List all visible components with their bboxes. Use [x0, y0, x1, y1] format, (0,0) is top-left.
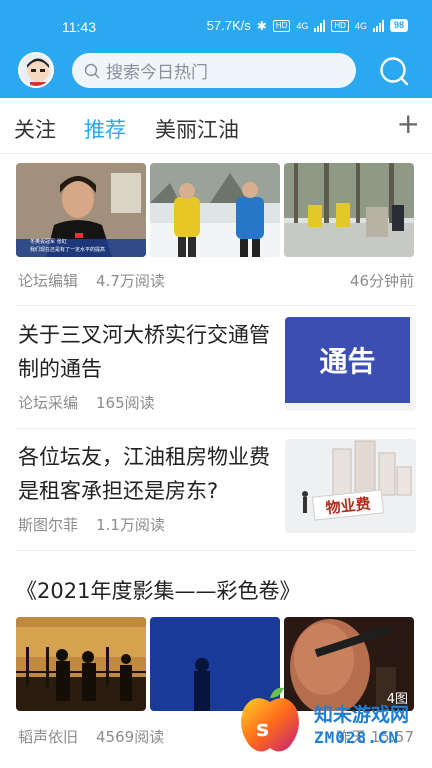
- tab-recommend[interactable]: 推荐: [84, 114, 126, 144]
- user-avatar[interactable]: [18, 52, 54, 88]
- status-right: 57.7K/s ✱ HD 4G HD 4G 98: [207, 18, 408, 33]
- notice-text: 通告: [319, 345, 376, 378]
- post-meta: 韬声依旧 4569阅读: [18, 726, 164, 747]
- watermark-line1: 知未游戏网: [314, 704, 410, 726]
- post-title[interactable]: 《2021年度影集——彩色卷》: [16, 575, 300, 605]
- image-thumbnail[interactable]: [16, 617, 146, 711]
- image-thumbnail[interactable]: [284, 163, 414, 257]
- buildings-image: [285, 439, 416, 533]
- image-row: 冬奥会冠军 张虹 我们现在还是有了一定水平的提高: [16, 163, 414, 257]
- post-meta: 斯图尔菲 1.1万阅读: [18, 514, 165, 535]
- video-thumbnail[interactable]: 冬奥会冠军 张虹 我们现在还是有了一定水平的提高: [16, 163, 146, 257]
- post-meta: 论坛编辑 4.7万阅读: [18, 270, 165, 291]
- apple-logo-icon: s: [241, 687, 299, 752]
- search-icon: [84, 63, 100, 79]
- silhouette-photo: [16, 617, 146, 711]
- divider: [16, 550, 416, 551]
- add-channel-button[interactable]: +: [397, 110, 420, 138]
- signal-icon-1: [314, 19, 326, 32]
- watermark-line2: ZM028.CN: [314, 728, 400, 747]
- post-title[interactable]: 关于三叉河大桥实行交通管制的通告: [18, 318, 274, 386]
- post-reads: 165阅读: [96, 394, 155, 412]
- post-reads: 4569阅读: [96, 728, 165, 746]
- top-header: 11:43 57.7K/s ✱ HD 4G HD 4G 98 搜索今日热门: [0, 0, 432, 98]
- signal-icon-2: [372, 19, 384, 32]
- post-reads: 1.1万阅读: [96, 516, 165, 534]
- post-time: 46分钟前: [349, 272, 414, 290]
- network-type-2: 4G: [354, 20, 367, 31]
- tab-follow[interactable]: 关注: [14, 114, 56, 144]
- post-reads: 4.7万阅读: [96, 272, 165, 290]
- avatar-cartoon-icon: [20, 54, 52, 86]
- post-author: 韬声依旧: [18, 728, 79, 746]
- video-caption-bottom: 我们现在还是有了一定水平的提高: [30, 247, 106, 253]
- channel-tabs: 关注 推荐 美丽江油 +: [0, 98, 432, 154]
- status-time: 11:43: [62, 19, 96, 35]
- search-placeholder: 搜索今日热门: [106, 63, 208, 83]
- video-caption-top: 冬奥会冠军 张虹: [30, 239, 67, 245]
- tab-jiangyou[interactable]: 美丽江油: [155, 114, 239, 144]
- snow-scene-image: [150, 163, 280, 257]
- post-title[interactable]: 各位坛友，江油租房物业费是租客承担还是房东?: [18, 440, 274, 508]
- post-meta: 论坛采编 165阅读: [18, 392, 155, 413]
- property-fee-thumbnail[interactable]: 物业费: [285, 439, 416, 533]
- fee-text: 物业费: [324, 494, 372, 517]
- search-icon: [380, 57, 409, 86]
- forest-memorial-image: [284, 163, 414, 257]
- post-author: 斯图尔菲: [18, 516, 79, 534]
- divider: [16, 428, 416, 429]
- hd-badge-2: HD: [331, 19, 349, 32]
- image-thumbnail[interactable]: [150, 163, 280, 257]
- svg-text:s: s: [256, 717, 269, 742]
- post-author: 论坛采编: [18, 394, 79, 412]
- search-button[interactable]: [378, 55, 410, 87]
- status-bar: 11:43 57.7K/s ✱ HD 4G HD 4G 98: [0, 0, 432, 40]
- search-bar[interactable]: 搜索今日热门: [72, 53, 356, 88]
- battery-icon: 98: [389, 19, 408, 32]
- site-watermark: s 知未游戏网 ZM028.CN: [234, 680, 432, 768]
- divider: [16, 305, 416, 306]
- network-type-1: 4G: [296, 20, 309, 31]
- post-author: 论坛编辑: [18, 272, 79, 290]
- notice-thumbnail[interactable]: 通告: [285, 317, 416, 411]
- hd-badge-1: HD: [272, 19, 291, 32]
- net-speed: 57.7K/s: [206, 18, 251, 33]
- notice-banner: 通告: [285, 317, 410, 403]
- bluetooth-icon: ✱: [256, 18, 267, 33]
